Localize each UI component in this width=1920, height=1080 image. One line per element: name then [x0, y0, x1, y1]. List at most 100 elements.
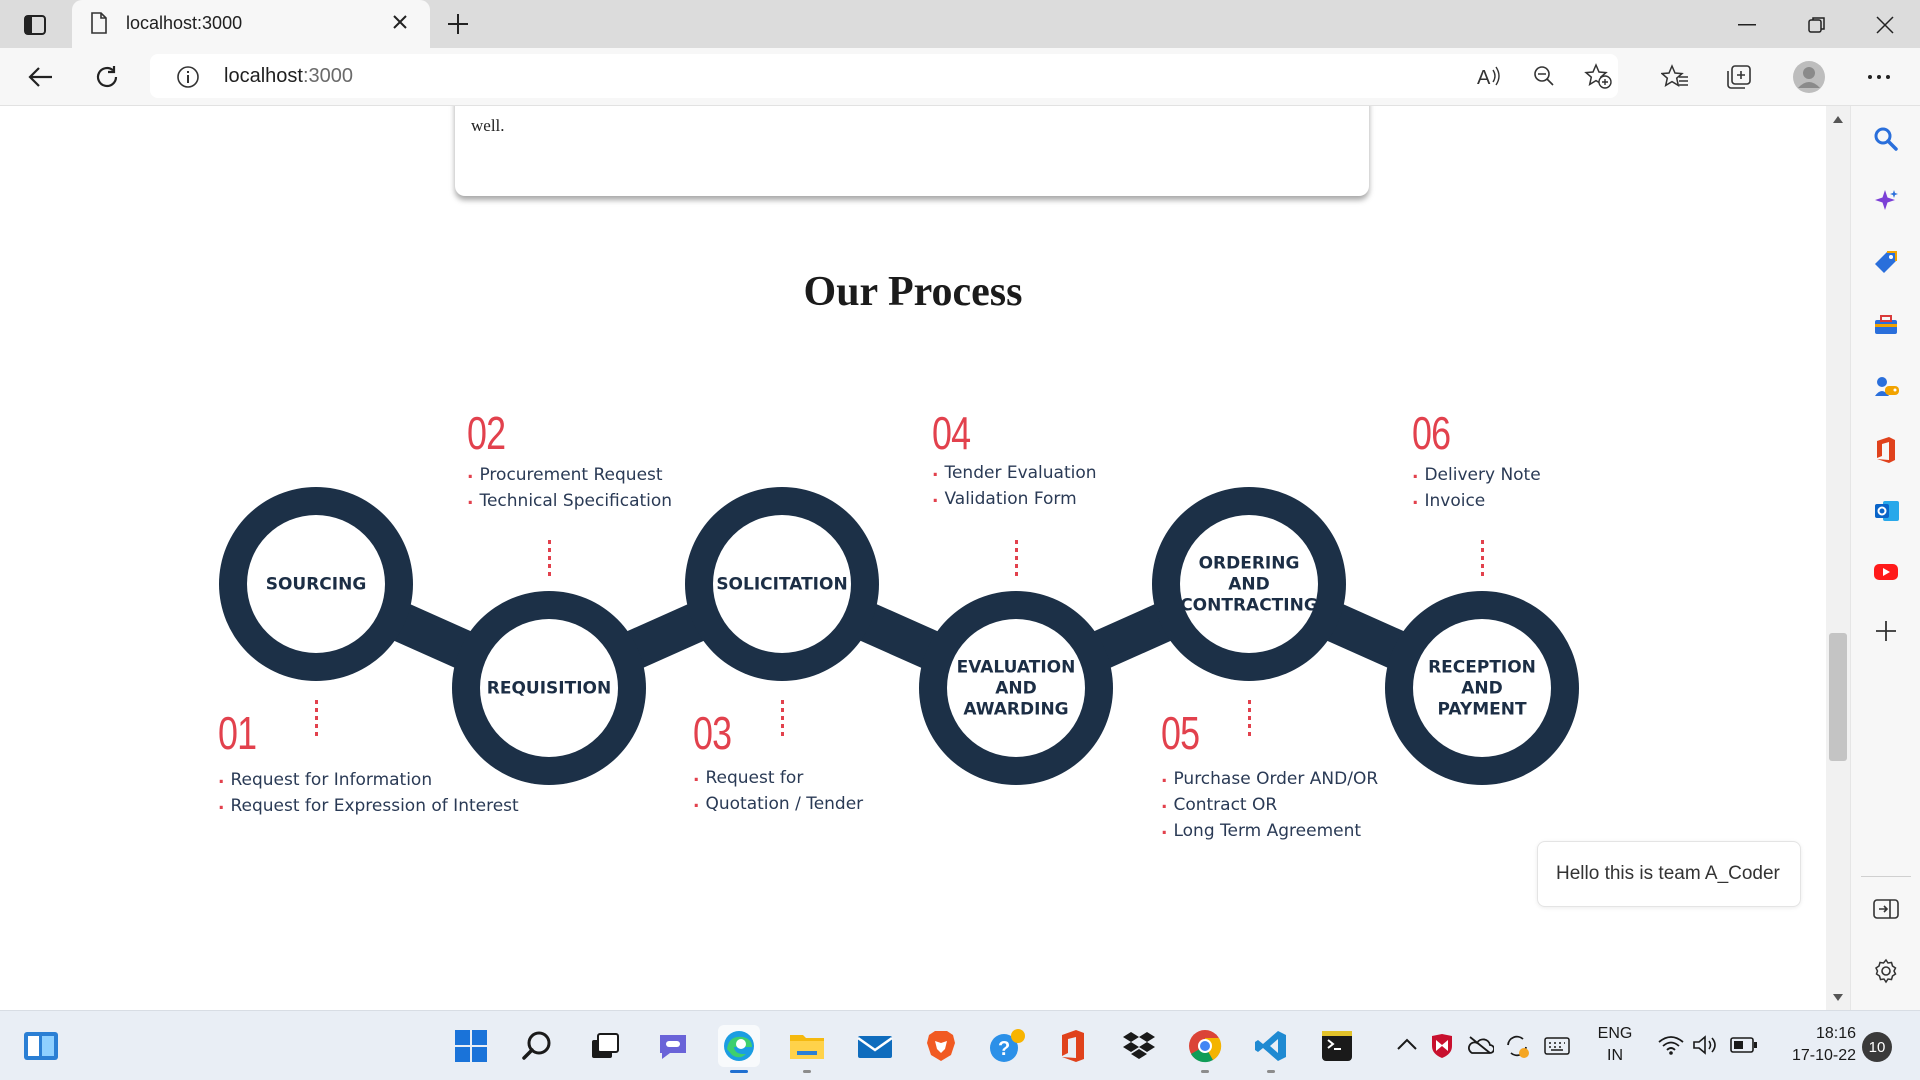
copilot-icon[interactable]	[1873, 188, 1899, 219]
web-page: well. Our Process SOURCING01Request for …	[0, 106, 1826, 1010]
connector-dot	[1248, 732, 1251, 736]
connector-dot	[1481, 556, 1484, 560]
site-info-icon[interactable]	[176, 65, 200, 94]
step-number: 03	[693, 707, 732, 759]
connector-dot	[1015, 540, 1018, 544]
url-port: :3000	[302, 65, 353, 87]
connector-dot	[1015, 564, 1018, 568]
onedrive-icon[interactable]	[1466, 1035, 1495, 1060]
favorites-icon[interactable]	[1660, 62, 1690, 92]
edge-sidebar	[1850, 106, 1920, 1010]
mail-icon[interactable]	[854, 1025, 896, 1067]
step-item-list: Tender EvaluationValidation Form	[932, 460, 1096, 512]
file-explorer-icon[interactable]	[786, 1025, 828, 1073]
volume-icon[interactable]	[1692, 1035, 1718, 1060]
add-icon[interactable]	[1875, 620, 1897, 647]
tab-actions-icon[interactable]	[22, 12, 48, 38]
sync-icon[interactable]	[1504, 1033, 1530, 1064]
step-item: Request for	[693, 765, 863, 791]
widgets-icon[interactable]	[20, 1025, 62, 1067]
split-screen-icon[interactable]	[1873, 898, 1899, 925]
scroll-thumb[interactable]	[1829, 633, 1847, 761]
show-hidden-icons[interactable]	[1396, 1037, 1418, 1056]
language-indicator[interactable]: ENG IN	[1592, 1023, 1638, 1067]
refresh-icon[interactable]	[92, 62, 122, 92]
read-aloud-icon[interactable]: A	[1476, 64, 1502, 93]
notification-badge[interactable]: 10	[1862, 1032, 1892, 1062]
connector-dot	[781, 732, 784, 736]
screen: localhost:3000 localhost:3000 A well. Ou…	[0, 0, 1920, 1080]
close-window-icon[interactable]	[1870, 10, 1900, 40]
zoom-out-icon[interactable]	[1532, 64, 1556, 93]
add-favorite-icon[interactable]	[1584, 63, 1612, 94]
step-circle-label: EVALUATION AND AWARDING	[941, 658, 1091, 721]
sidebar-divider	[1861, 876, 1911, 877]
start-icon[interactable]	[450, 1025, 492, 1067]
dropbox-icon[interactable]	[1118, 1025, 1160, 1067]
navigation-bar: localhost:3000 A	[0, 48, 1920, 106]
outlook-icon[interactable]	[1873, 498, 1901, 529]
clock[interactable]: 18:16 17-10-22	[1780, 1023, 1856, 1067]
step-circle-label: RECEPTION AND PAYMENT	[1407, 658, 1557, 721]
connector-dot	[315, 708, 318, 712]
language-code: ENG	[1597, 1025, 1633, 1042]
connector-dot	[1015, 556, 1018, 560]
search-icon[interactable]	[1873, 126, 1899, 157]
help-icon[interactable]: ?	[986, 1025, 1028, 1067]
connector-dot	[548, 556, 551, 560]
svg-text:A: A	[1477, 67, 1491, 88]
tools-icon[interactable]	[1873, 312, 1899, 343]
step-item-list: Request for InformationRequest for Expre…	[218, 767, 518, 819]
teams-chat-icon[interactable]	[652, 1025, 694, 1067]
scroll-down-arrow[interactable]	[1833, 994, 1843, 1001]
connector-dot	[315, 732, 318, 736]
restore-icon[interactable]	[1802, 10, 1832, 40]
shopping-tag-icon[interactable]	[1873, 250, 1899, 281]
back-icon[interactable]	[26, 62, 56, 92]
step-circle-label: SOURCING	[241, 575, 391, 596]
office-taskbar-icon[interactable]	[1052, 1025, 1094, 1067]
connector-dot	[315, 724, 318, 728]
task-view-icon[interactable]	[584, 1025, 626, 1067]
address-bar[interactable]: localhost:3000 A	[150, 54, 1618, 98]
chat-message: Hello this is team A_Coder	[1556, 863, 1780, 884]
mcafee-icon[interactable]	[1430, 1033, 1454, 1064]
battery-icon[interactable]	[1730, 1037, 1758, 1058]
scroll-up-arrow[interactable]	[1833, 116, 1843, 123]
new-tab-icon[interactable]	[444, 10, 472, 38]
office-icon[interactable]	[1873, 436, 1899, 469]
running-indicator	[803, 1070, 811, 1073]
active-indicator	[730, 1070, 748, 1073]
step-item: Quotation / Tender	[693, 791, 863, 817]
page-scrollbar[interactable]	[1826, 106, 1850, 1010]
brave-browser-icon[interactable]	[920, 1025, 962, 1067]
profile-avatar[interactable]	[1792, 60, 1826, 94]
step-circle-label-line: AND	[1228, 574, 1270, 595]
collections-icon[interactable]	[1724, 62, 1754, 92]
youtube-icon[interactable]	[1873, 562, 1899, 587]
step-circle-label-line: SOURCING	[265, 574, 367, 595]
chat-bubble[interactable]: Hello this is team A_Coder	[1537, 841, 1801, 907]
settings-icon[interactable]	[1873, 958, 1899, 989]
close-tab-icon[interactable]	[390, 12, 410, 37]
wifi-icon[interactable]	[1658, 1035, 1684, 1060]
search-taskbar-icon[interactable]	[516, 1025, 558, 1067]
step-circle-label-line: AWARDING	[963, 699, 1069, 720]
more-options-icon[interactable]	[1864, 62, 1894, 92]
step-item-list: Delivery NoteInvoice	[1412, 462, 1540, 514]
chrome-icon[interactable]	[1184, 1025, 1226, 1073]
step-circle-label-line: AND	[995, 678, 1037, 699]
games-icon[interactable]	[1873, 374, 1901, 405]
dotted-connector	[1015, 540, 1019, 576]
terminal-icon[interactable]	[1316, 1025, 1358, 1067]
step-item: Request for Expression of Interest	[218, 793, 518, 819]
connector-dot	[1481, 548, 1484, 552]
step-item: Long Term Agreement	[1161, 818, 1378, 844]
edge-taskbar-icon[interactable]	[718, 1025, 760, 1073]
step-number: 02	[467, 407, 506, 459]
url-host: localhost	[224, 65, 303, 87]
minimize-icon[interactable]	[1732, 10, 1762, 40]
browser-tab[interactable]: localhost:3000	[72, 0, 430, 48]
keyboard-icon[interactable]	[1544, 1037, 1570, 1060]
vscode-icon[interactable]	[1250, 1025, 1292, 1073]
